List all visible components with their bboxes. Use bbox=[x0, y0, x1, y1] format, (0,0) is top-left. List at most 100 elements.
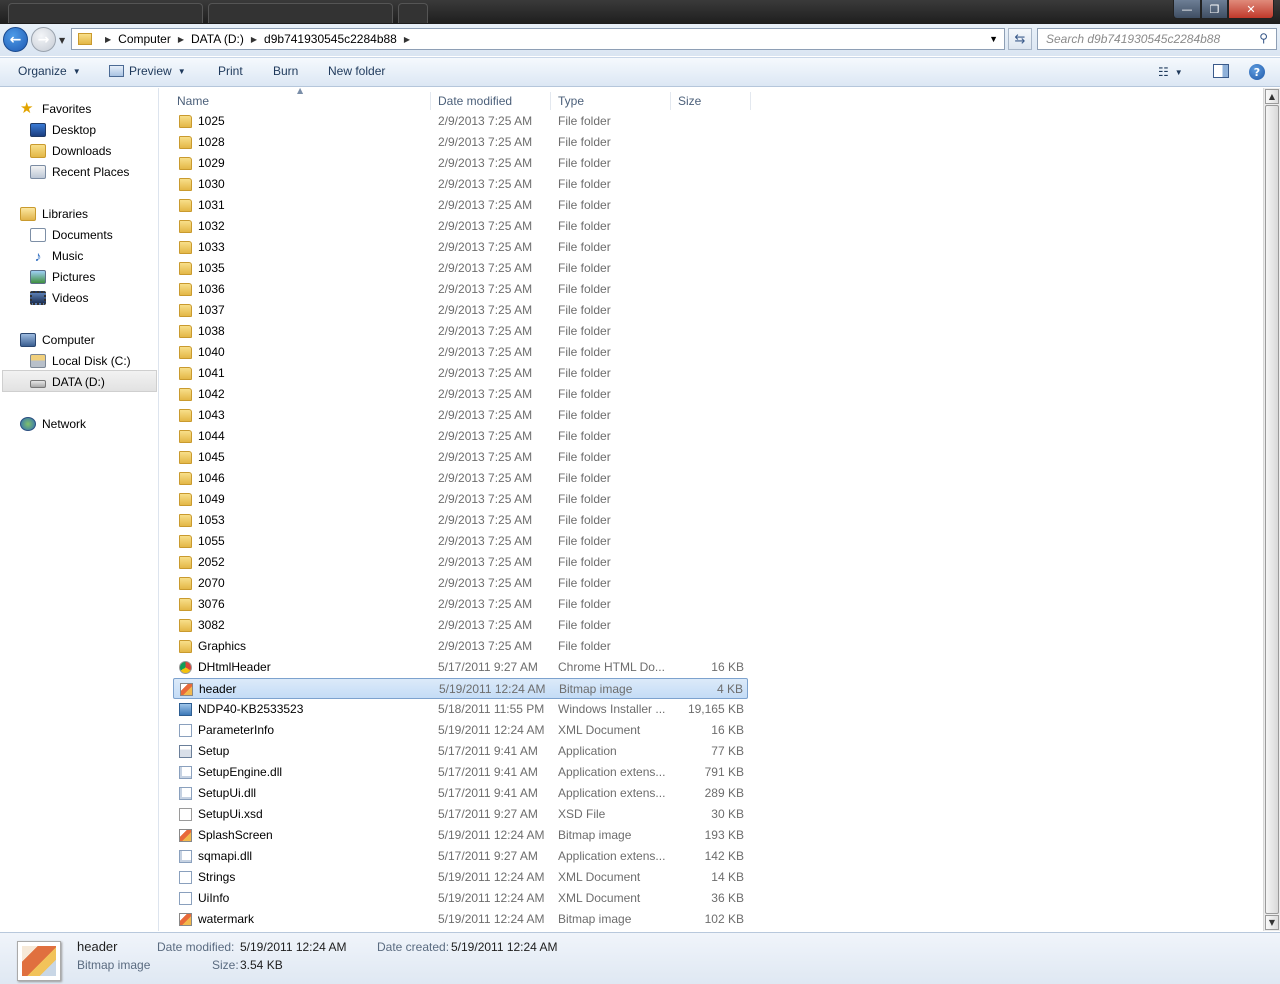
file-row[interactable]: SplashScreen 5/19/2011 12:24 AM Bitmap ima… bbox=[173, 825, 748, 846]
nav-recent-places[interactable]: Recent Places bbox=[30, 161, 129, 182]
file-row[interactable]: 1041 2/9/2013 7:25 AM File folder bbox=[173, 363, 748, 384]
file-row[interactable]: 3076 2/9/2013 7:25 AM File folder bbox=[173, 594, 748, 615]
nav-network[interactable]: Network bbox=[20, 413, 86, 434]
breadcrumb-separator-icon[interactable]: ▶ bbox=[105, 35, 111, 44]
file-name: SetupUi.xsd bbox=[198, 807, 263, 821]
file-type: File folder bbox=[558, 324, 611, 338]
file-date-modified: 2/9/2013 7:25 AM bbox=[438, 471, 533, 485]
file-row[interactable]: SetupEngine.dll 5/17/2011 9:41 AM Applicat… bbox=[173, 762, 748, 783]
nav-videos[interactable]: Videos bbox=[30, 287, 113, 308]
preview-pane-icon[interactable] bbox=[1213, 64, 1229, 78]
file-row[interactable]: 1037 2/9/2013 7:25 AM File folder bbox=[173, 300, 748, 321]
new-folder-button[interactable]: New folder bbox=[328, 64, 385, 78]
file-row[interactable]: ParameterInfo 5/19/2011 12:24 AM XML Docum… bbox=[173, 720, 748, 741]
file-row[interactable]: Setup 5/17/2011 9:41 AM Application 77 KB bbox=[173, 741, 748, 762]
organize-button[interactable]: Organize ▼ bbox=[18, 64, 81, 78]
file-row[interactable]: 1049 2/9/2013 7:25 AM File folder bbox=[173, 489, 748, 510]
file-row[interactable]: Graphics 2/9/2013 7:25 AM File folder bbox=[173, 636, 748, 657]
maximize-button[interactable]: ❐ bbox=[1201, 0, 1228, 19]
breadcrumb-separator-icon[interactable]: ▶ bbox=[404, 35, 410, 44]
file-row[interactable]: 1030 2/9/2013 7:25 AM File folder bbox=[173, 174, 748, 195]
refresh-button[interactable]: ⇆ bbox=[1008, 28, 1032, 50]
nav-data-drive[interactable]: DATA (D:) bbox=[30, 371, 105, 392]
recent-places-icon bbox=[30, 164, 46, 179]
address-bar[interactable]: ▶ Computer ▶ DATA (D:) ▶ d9b741930545c22… bbox=[71, 28, 1005, 50]
file-row[interactable]: SetupUi.xsd 5/17/2011 9:27 AM XSD File 30 K… bbox=[173, 804, 748, 825]
file-row[interactable]: NDP40-KB2533523 5/18/2011 11:55 PM Windows… bbox=[173, 699, 748, 720]
help-icon[interactable]: ? bbox=[1249, 64, 1265, 80]
file-row[interactable]: 1043 2/9/2013 7:25 AM File folder bbox=[173, 405, 748, 426]
close-button[interactable]: ✕ bbox=[1228, 0, 1274, 19]
file-row[interactable]: 1032 2/9/2013 7:25 AM File folder bbox=[173, 216, 748, 237]
scroll-thumb[interactable] bbox=[1265, 105, 1279, 914]
folder-icon bbox=[179, 325, 192, 338]
back-button[interactable]: ← bbox=[3, 27, 28, 52]
file-row[interactable]: 1046 2/9/2013 7:25 AM File folder bbox=[173, 468, 748, 489]
file-row[interactable]: 1025 2/9/2013 7:25 AM File folder bbox=[173, 111, 748, 132]
preview-button[interactable]: Preview ▼ bbox=[109, 64, 186, 78]
file-row[interactable]: 1053 2/9/2013 7:25 AM File folder bbox=[173, 510, 748, 531]
folder-icon bbox=[179, 136, 192, 149]
file-row[interactable]: DHtmlHeader 5/17/2011 9:27 AM Chrome HTML … bbox=[173, 657, 748, 678]
search-input[interactable]: Search d9b741930545c2284b88 ⚲ bbox=[1037, 28, 1277, 50]
scroll-down-button[interactable]: ▼ bbox=[1265, 915, 1279, 930]
nav-local-disk[interactable]: Local Disk (C:) bbox=[30, 350, 131, 371]
file-name: sqmapi.dll bbox=[198, 849, 253, 863]
file-row[interactable]: watermark 5/19/2011 12:24 AM Bitmap image 1… bbox=[173, 909, 748, 930]
nav-music[interactable]: ♪ Music bbox=[30, 245, 113, 266]
file-row[interactable]: 1040 2/9/2013 7:25 AM File folder bbox=[173, 342, 748, 363]
breadcrumb-separator-icon[interactable]: ▶ bbox=[178, 35, 184, 44]
view-options-button[interactable]: ☷ ▼ bbox=[1158, 65, 1183, 79]
dll-icon bbox=[179, 766, 192, 779]
star-icon: ★ bbox=[20, 99, 34, 117]
file-row[interactable]: 2070 2/9/2013 7:25 AM File folder bbox=[173, 573, 748, 594]
file-row[interactable]: 1045 2/9/2013 7:25 AM File folder bbox=[173, 447, 748, 468]
file-name: 1025 bbox=[198, 114, 225, 128]
nav-favorites[interactable]: ★ Favorites bbox=[20, 98, 91, 119]
file-row[interactable]: 2052 2/9/2013 7:25 AM File folder bbox=[173, 552, 748, 573]
file-row[interactable]: 1042 2/9/2013 7:25 AM File folder bbox=[173, 384, 748, 405]
file-row[interactable]: 1028 2/9/2013 7:25 AM File folder bbox=[173, 132, 748, 153]
file-size: 193 KB bbox=[704, 828, 744, 842]
file-row[interactable]: UiInfo 5/19/2011 12:24 AM XML Document 36 K… bbox=[173, 888, 748, 909]
desktop-icon bbox=[30, 122, 46, 137]
nav-libraries[interactable]: Libraries bbox=[20, 203, 88, 224]
file-row[interactable]: 3082 2/9/2013 7:25 AM File folder bbox=[173, 615, 748, 636]
file-row[interactable]: 1035 2/9/2013 7:25 AM File folder bbox=[173, 258, 748, 279]
file-row[interactable]: 1031 2/9/2013 7:25 AM File folder bbox=[173, 195, 748, 216]
file-row[interactable]: 1033 2/9/2013 7:25 AM File folder bbox=[173, 237, 748, 258]
file-row[interactable]: SetupUi.dll 5/17/2011 9:41 AM Application … bbox=[173, 783, 748, 804]
print-button[interactable]: Print bbox=[218, 64, 243, 78]
nav-desktop[interactable]: Desktop bbox=[30, 119, 129, 140]
recent-pages-dropdown[interactable]: ▼ bbox=[59, 36, 65, 45]
nav-documents[interactable]: Documents bbox=[30, 224, 113, 245]
address-history-dropdown[interactable]: ▼ bbox=[989, 34, 998, 44]
file-type: XML Document bbox=[558, 870, 641, 884]
burn-button[interactable]: Burn bbox=[273, 64, 298, 78]
file-row[interactable]: 1038 2/9/2013 7:25 AM File folder bbox=[173, 321, 748, 342]
file-type: File folder bbox=[558, 345, 611, 359]
breadcrumb-computer[interactable]: Computer bbox=[118, 32, 171, 46]
minimize-button[interactable]: — bbox=[1173, 0, 1201, 19]
file-row[interactable]: 1029 2/9/2013 7:25 AM File folder bbox=[173, 153, 748, 174]
scroll-up-button[interactable]: ▲ bbox=[1265, 89, 1279, 104]
nav-downloads[interactable]: Downloads bbox=[30, 140, 129, 161]
file-row[interactable]: 1036 2/9/2013 7:25 AM File folder bbox=[173, 279, 748, 300]
nav-pictures[interactable]: Pictures bbox=[30, 266, 113, 287]
file-row[interactable]: 1044 2/9/2013 7:25 AM File folder bbox=[173, 426, 748, 447]
file-row[interactable]: header 5/19/2011 12:24 AM Bitmap image 4 KB bbox=[173, 678, 748, 699]
folder-icon bbox=[179, 451, 192, 464]
breadcrumb-current-folder[interactable]: d9b741930545c2284b88 bbox=[264, 32, 397, 46]
file-row[interactable]: sqmapi.dll 5/17/2011 9:27 AM Application e… bbox=[173, 846, 748, 867]
vertical-scrollbar[interactable]: ▲ ▼ bbox=[1263, 88, 1280, 931]
search-icon[interactable]: ⚲ bbox=[1259, 31, 1268, 45]
forward-button[interactable]: → bbox=[31, 27, 56, 52]
breadcrumb-separator-icon[interactable]: ▶ bbox=[251, 35, 257, 44]
column-header-type[interactable]: Type bbox=[552, 92, 671, 110]
file-row[interactable]: Strings 5/19/2011 12:24 AM XML Document 14 … bbox=[173, 867, 748, 888]
column-header-date[interactable]: Date modified bbox=[432, 92, 551, 110]
file-row[interactable]: 1055 2/9/2013 7:25 AM File folder bbox=[173, 531, 748, 552]
breadcrumb-data-drive[interactable]: DATA (D:) bbox=[191, 32, 244, 46]
nav-computer[interactable]: Computer bbox=[20, 329, 95, 350]
column-header-size[interactable]: Size bbox=[672, 92, 751, 110]
